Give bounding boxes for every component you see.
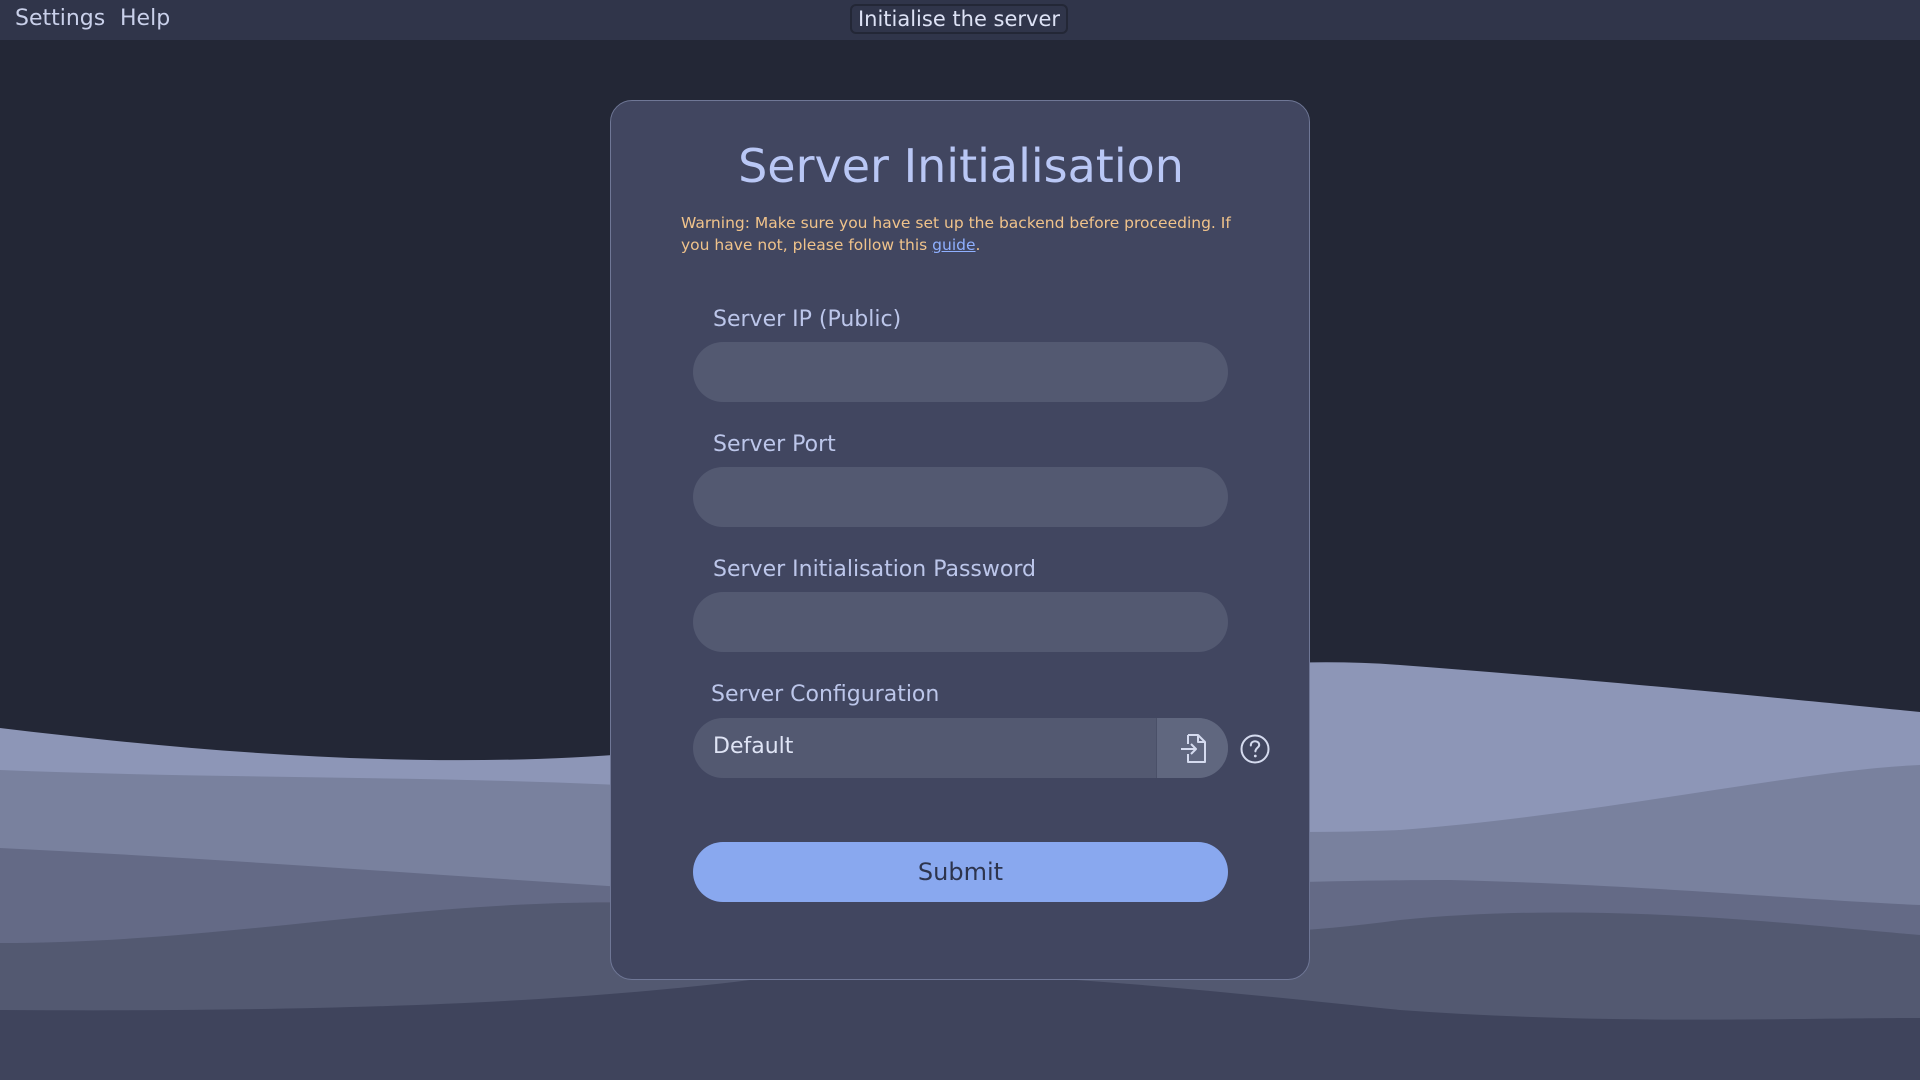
server-port-input[interactable]	[693, 467, 1228, 527]
server-init-card: Server Initialisation Warning: Make sure…	[610, 100, 1310, 980]
server-port-label: Server Port	[713, 432, 836, 457]
server-config-select[interactable]: Default	[693, 718, 1228, 778]
page-title: Server Initialisation	[738, 139, 1184, 193]
guide-link[interactable]: guide	[932, 236, 975, 254]
server-config-label: Server Configuration	[711, 682, 940, 707]
file-import-icon	[1181, 734, 1206, 763]
server-password-input[interactable]	[693, 592, 1228, 652]
server-ip-label: Server IP (Public)	[713, 307, 902, 332]
warning-message: Warning: Make sure you have set up the b…	[681, 212, 1251, 256]
server-config-value: Default	[713, 734, 794, 759]
server-password-label: Server Initialisation Password	[713, 557, 1036, 582]
window-title: Initialise the server	[850, 4, 1068, 34]
import-config-button[interactable]	[1156, 718, 1228, 778]
menu-help[interactable]: Help	[120, 6, 170, 31]
server-ip-input[interactable]	[693, 342, 1228, 402]
warning-end: .	[975, 236, 981, 254]
menu-bar: Settings Help Initialise the server	[0, 0, 1920, 40]
menu-settings[interactable]: Settings	[15, 6, 105, 31]
help-circle-icon[interactable]	[1239, 733, 1271, 765]
submit-button[interactable]: Submit	[693, 842, 1228, 902]
